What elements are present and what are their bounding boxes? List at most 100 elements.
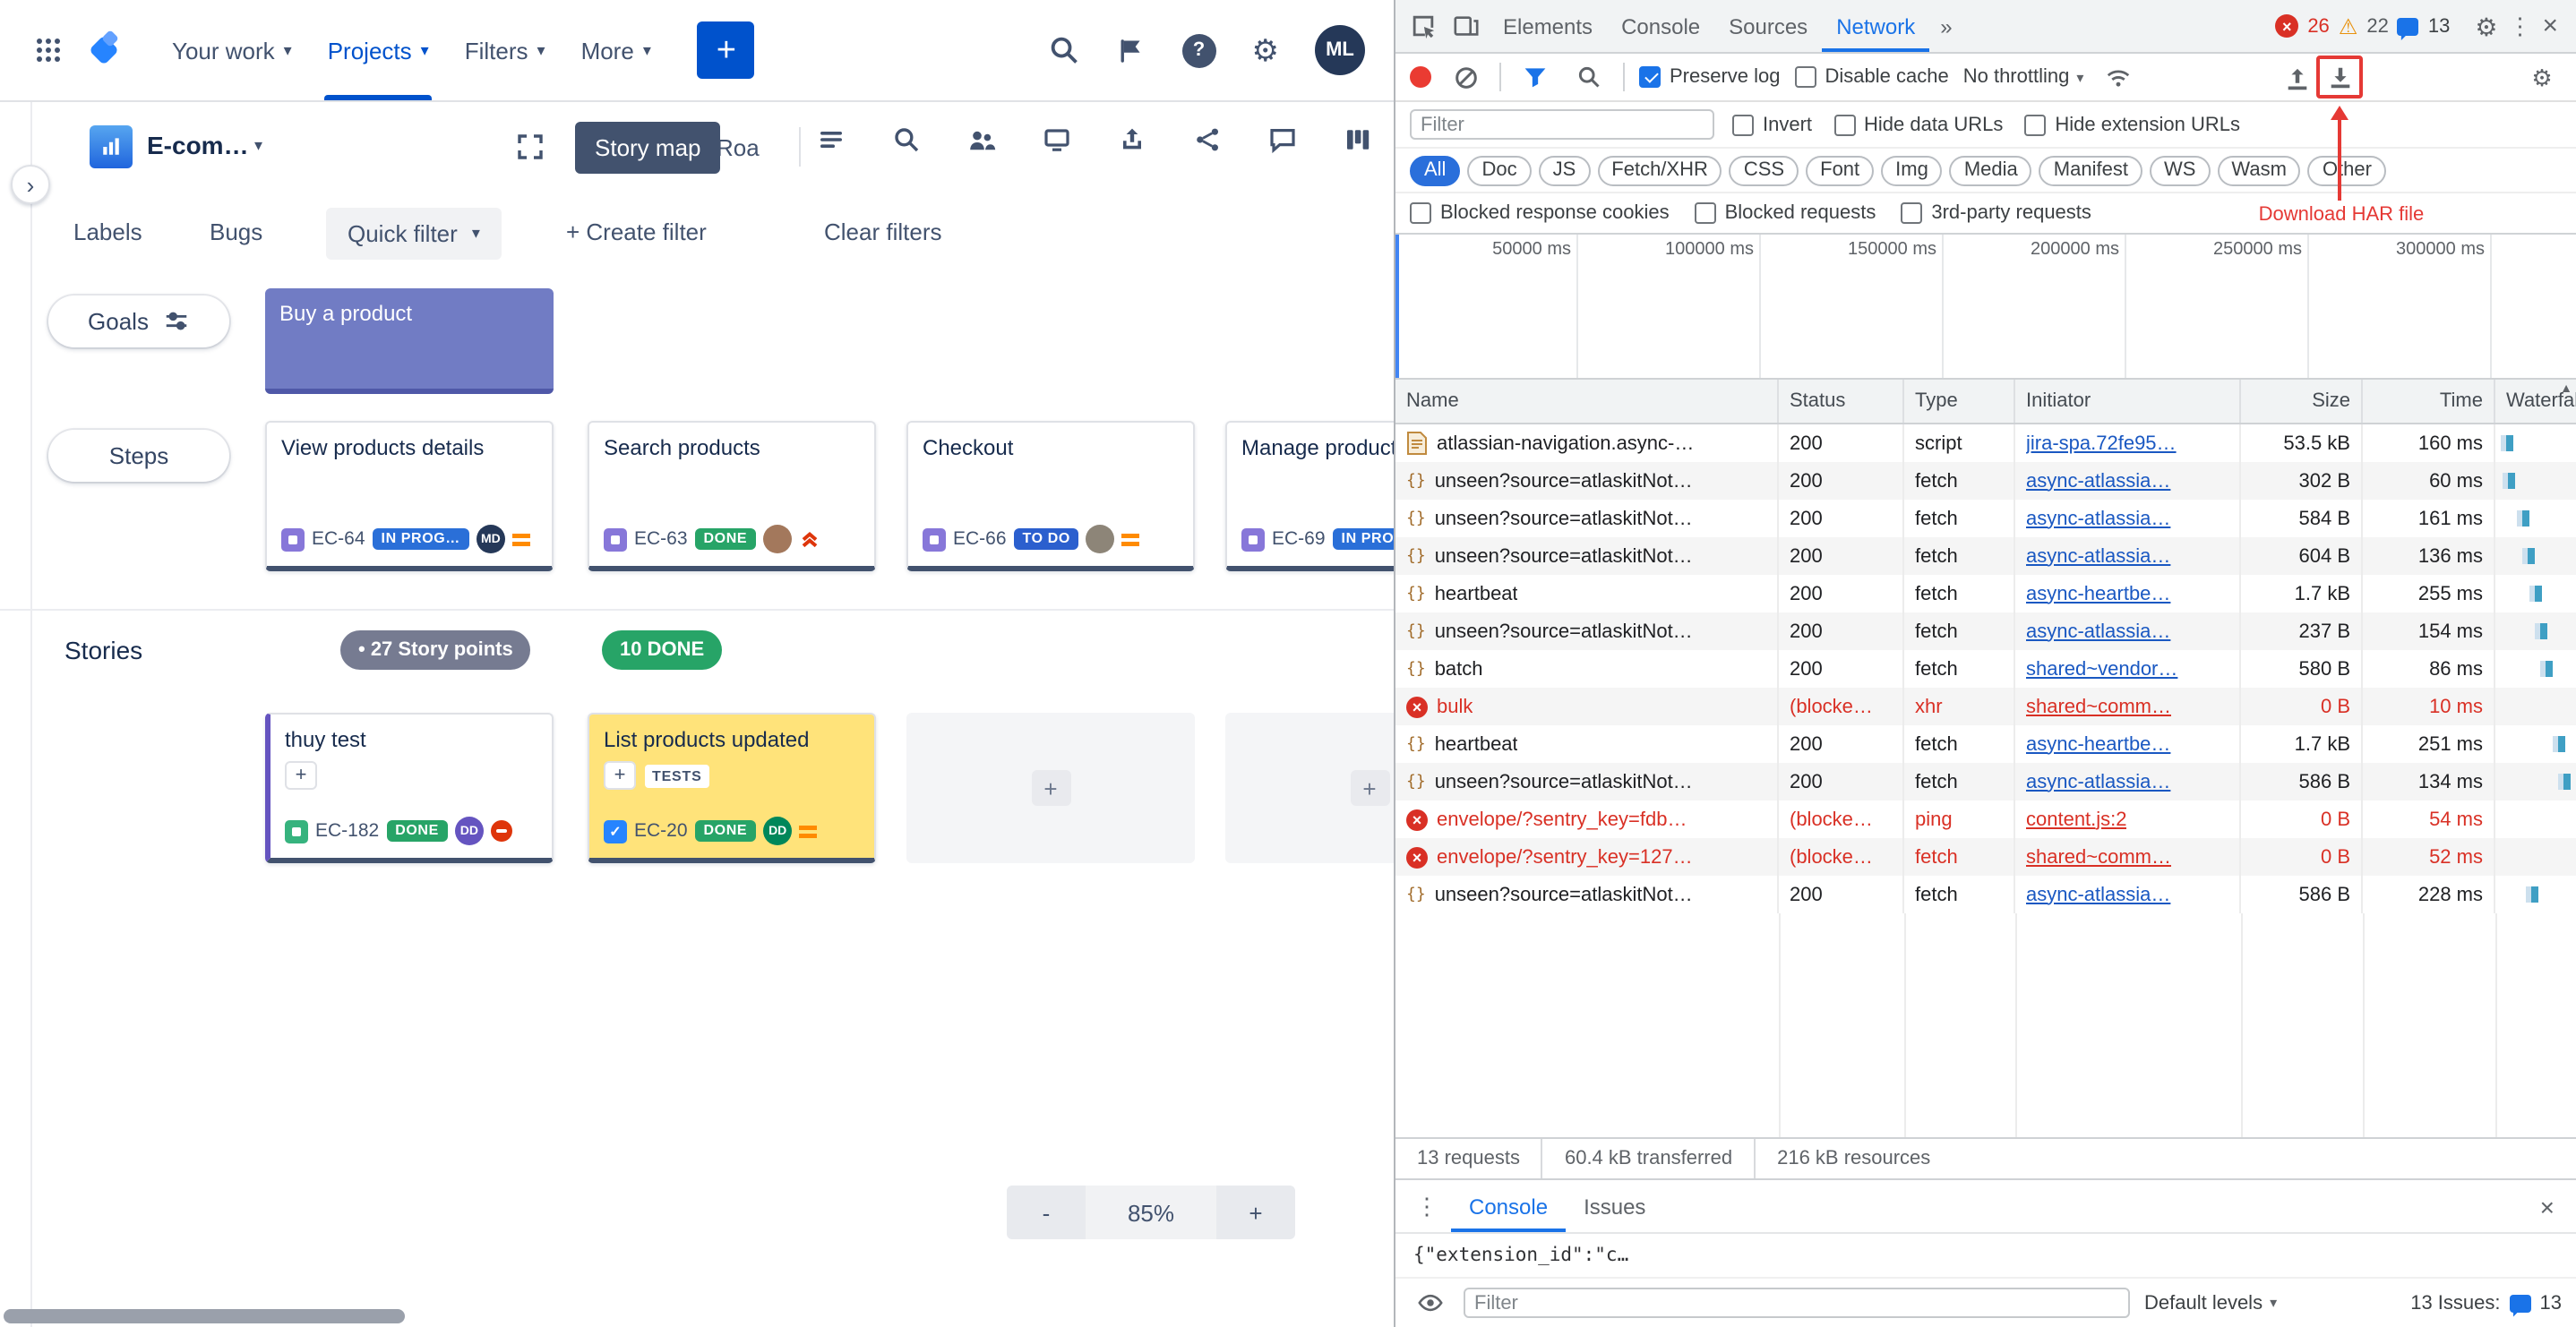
add-label-button[interactable]: + <box>604 761 636 790</box>
filter-chip-other[interactable]: Other <box>2308 155 2386 185</box>
devtools-tab-elements[interactable]: Elements <box>1489 0 1607 52</box>
app-switcher-icon[interactable] <box>29 30 68 70</box>
errors-badge-icon[interactable]: × <box>2275 14 2298 38</box>
roadmap-view-button[interactable]: Roa <box>717 122 760 174</box>
network-overview-timeline[interactable]: 50000 ms100000 ms150000 ms200000 ms25000… <box>1395 235 2576 380</box>
step-card[interactable]: CheckoutEC-66TO DO <box>906 421 1195 571</box>
quick-filter-button[interactable]: Quick filter ▾ <box>326 208 502 260</box>
network-request-row[interactable]: {}batch200fetchshared~vendor…580 B86 ms <box>1395 650 2576 688</box>
add-story-button[interactable]: + <box>1031 770 1070 806</box>
settings-gear-icon[interactable]: ⚙ <box>1252 35 1280 65</box>
import-har-button[interactable] <box>2277 59 2316 98</box>
checkbox-invert[interactable]: Invert <box>1732 114 1812 135</box>
search-icon[interactable] <box>1048 34 1080 66</box>
network-request-row[interactable]: ×envelope/?sentry_key=127…(blocke…fetchs… <box>1395 838 2576 876</box>
sidebar-expand-button[interactable]: › <box>11 165 50 204</box>
project-avatar[interactable] <box>90 125 133 168</box>
nav-menu-more[interactable]: More▾ <box>563 0 669 100</box>
network-request-row[interactable]: {}unseen?source=atlaskitNot…200fetchasyn… <box>1395 876 2576 913</box>
console-message[interactable]: {"extension_id":"c… <box>1395 1234 2576 1279</box>
devtools-tab-network[interactable]: Network <box>1822 0 1929 52</box>
people-icon[interactable] <box>967 125 998 156</box>
devtools-tab-console[interactable]: Console <box>1607 0 1714 52</box>
nav-menu-projects[interactable]: Projects▾ <box>310 0 447 100</box>
network-request-row[interactable]: {}heartbeat200fetchasync-heartbe…1.7 kB2… <box>1395 725 2576 763</box>
filter-chip-all[interactable]: All <box>1410 155 1460 185</box>
initiator-link[interactable]: shared~vendor… <box>2026 658 2177 680</box>
filter-chip-ws[interactable]: WS <box>2150 155 2210 185</box>
network-request-row[interactable]: ×bulk(blocke…xhrshared~comm…0 B10 ms <box>1395 688 2576 725</box>
checkbox-3rd-party-requests[interactable]: 3rd-party requests <box>1901 202 2091 224</box>
network-conditions-icon[interactable] <box>2098 57 2137 97</box>
horizontal-scrollbar[interactable] <box>4 1309 405 1323</box>
column-header-waterfall[interactable]: Waterfall▲ <box>2495 380 2576 423</box>
filter-chip-css[interactable]: CSS <box>1730 155 1799 185</box>
inspect-element-icon[interactable] <box>1403 6 1442 46</box>
download-har-button[interactable] <box>2320 57 2359 97</box>
goals-group-pill[interactable]: Goals <box>48 295 229 347</box>
initiator-link[interactable]: async-heartbe… <box>2026 733 2170 755</box>
step-card[interactable]: View products detailsEC-64IN PROG…MD <box>265 421 554 571</box>
initiator-link[interactable]: async-heartbe… <box>2026 583 2170 604</box>
disable-cache-checkbox[interactable]: Disable cache <box>1795 66 1949 88</box>
step-card[interactable]: Search productsEC-63DONE <box>588 421 876 571</box>
device-toolbar-icon[interactable] <box>1446 6 1485 46</box>
announcements-flag-icon[interactable] <box>1116 35 1146 65</box>
fullscreen-icon[interactable] <box>516 133 545 161</box>
console-levels-select[interactable]: Default levels ▾ <box>2144 1292 2277 1314</box>
user-avatar[interactable]: ML <box>1315 25 1365 75</box>
filter-chip-fetchxhr[interactable]: Fetch/XHR <box>1597 155 1722 185</box>
add-story-button[interactable]: + <box>1350 770 1389 806</box>
checkbox-hide-data-urls[interactable]: Hide data URLs <box>1833 114 2003 135</box>
console-eye-icon[interactable] <box>1410 1283 1449 1323</box>
network-request-row[interactable]: {}unseen?source=atlaskitNot…200fetchasyn… <box>1395 537 2576 575</box>
zoom-out-button[interactable]: - <box>1007 1186 1086 1239</box>
network-request-row[interactable]: {}unseen?source=atlaskitNot…200fetchasyn… <box>1395 500 2576 537</box>
network-request-row[interactable]: {}heartbeat200fetchasync-heartbe…1.7 kB2… <box>1395 575 2576 612</box>
initiator-link[interactable]: content.js:2 <box>2026 809 2127 830</box>
checkbox-blocked-requests[interactable]: Blocked requests <box>1695 202 1876 224</box>
initiator-link[interactable]: async-atlassia… <box>2026 470 2170 492</box>
add-label-button[interactable]: + <box>285 761 317 790</box>
help-icon[interactable]: ? <box>1182 33 1216 67</box>
filter-chip-wasm[interactable]: Wasm <box>2217 155 2301 185</box>
initiator-link[interactable]: async-atlassia… <box>2026 545 2170 567</box>
share-icon[interactable] <box>1193 125 1224 156</box>
filter-chip-doc[interactable]: Doc <box>1467 155 1531 185</box>
filter-funnel-icon[interactable] <box>1516 57 1555 97</box>
column-header-name[interactable]: Name <box>1395 380 1779 423</box>
column-header-time[interactable]: Time <box>2363 380 2495 423</box>
initiator-link[interactable]: async-atlassia… <box>2026 508 2170 529</box>
checkbox-hide-extension-urls[interactable]: Hide extension URLs <box>2024 114 2240 135</box>
search-network-icon[interactable] <box>1569 57 1609 97</box>
create-filter-button[interactable]: + Create filter <box>566 218 707 245</box>
filter-chip-media[interactable]: Media <box>1950 155 2032 185</box>
initiator-link[interactable]: shared~comm… <box>2026 696 2171 717</box>
story-card[interactable]: thuy test+EC-182DONEDD <box>265 713 554 863</box>
clear-network-log-icon[interactable] <box>1446 57 1485 97</box>
bugs-link[interactable]: Bugs <box>210 218 262 245</box>
chevron-down-icon[interactable]: ▾ <box>254 136 262 156</box>
network-settings-icon[interactable]: ⚙ <box>2522 57 2562 97</box>
preserve-log-checkbox[interactable]: Preserve log <box>1639 66 1781 88</box>
devtools-menu-icon[interactable]: ⋮ <box>2508 12 2531 40</box>
network-request-row[interactable]: {}unseen?source=atlaskitNot…200fetchasyn… <box>1395 763 2576 800</box>
filter-chip-manifest[interactable]: Manifest <box>2039 155 2142 185</box>
detail-view-icon[interactable] <box>817 125 847 156</box>
drawer-tab-issues[interactable]: Issues <box>1566 1180 1663 1232</box>
drawer-close-icon[interactable]: × <box>2529 1192 2565 1220</box>
initiator-link[interactable]: jira-spa.72fe95… <box>2026 432 2177 454</box>
issues-counter[interactable]: 13 Issues: 13 <box>2410 1292 2562 1314</box>
jira-logo[interactable] <box>82 29 129 72</box>
drawer-menu-icon[interactable]: ⋮ <box>1406 1192 1447 1220</box>
story-map-view-button[interactable]: Story map <box>575 122 721 174</box>
filter-chip-img[interactable]: Img <box>1881 155 1943 185</box>
network-request-row[interactable]: {}unseen?source=atlaskitNot…200fetchasyn… <box>1395 612 2576 650</box>
network-request-row[interactable]: {}unseen?source=atlaskitNot…200fetchasyn… <box>1395 462 2576 500</box>
devtools-tab-sources[interactable]: Sources <box>1714 0 1822 52</box>
filter-chip-font[interactable]: Font <box>1806 155 1874 185</box>
comment-icon[interactable] <box>1268 125 1299 156</box>
nav-menu-filters[interactable]: Filters▾ <box>447 0 563 100</box>
drawer-tab-console[interactable]: Console <box>1451 1180 1566 1232</box>
labels-link[interactable]: Labels <box>73 218 142 245</box>
